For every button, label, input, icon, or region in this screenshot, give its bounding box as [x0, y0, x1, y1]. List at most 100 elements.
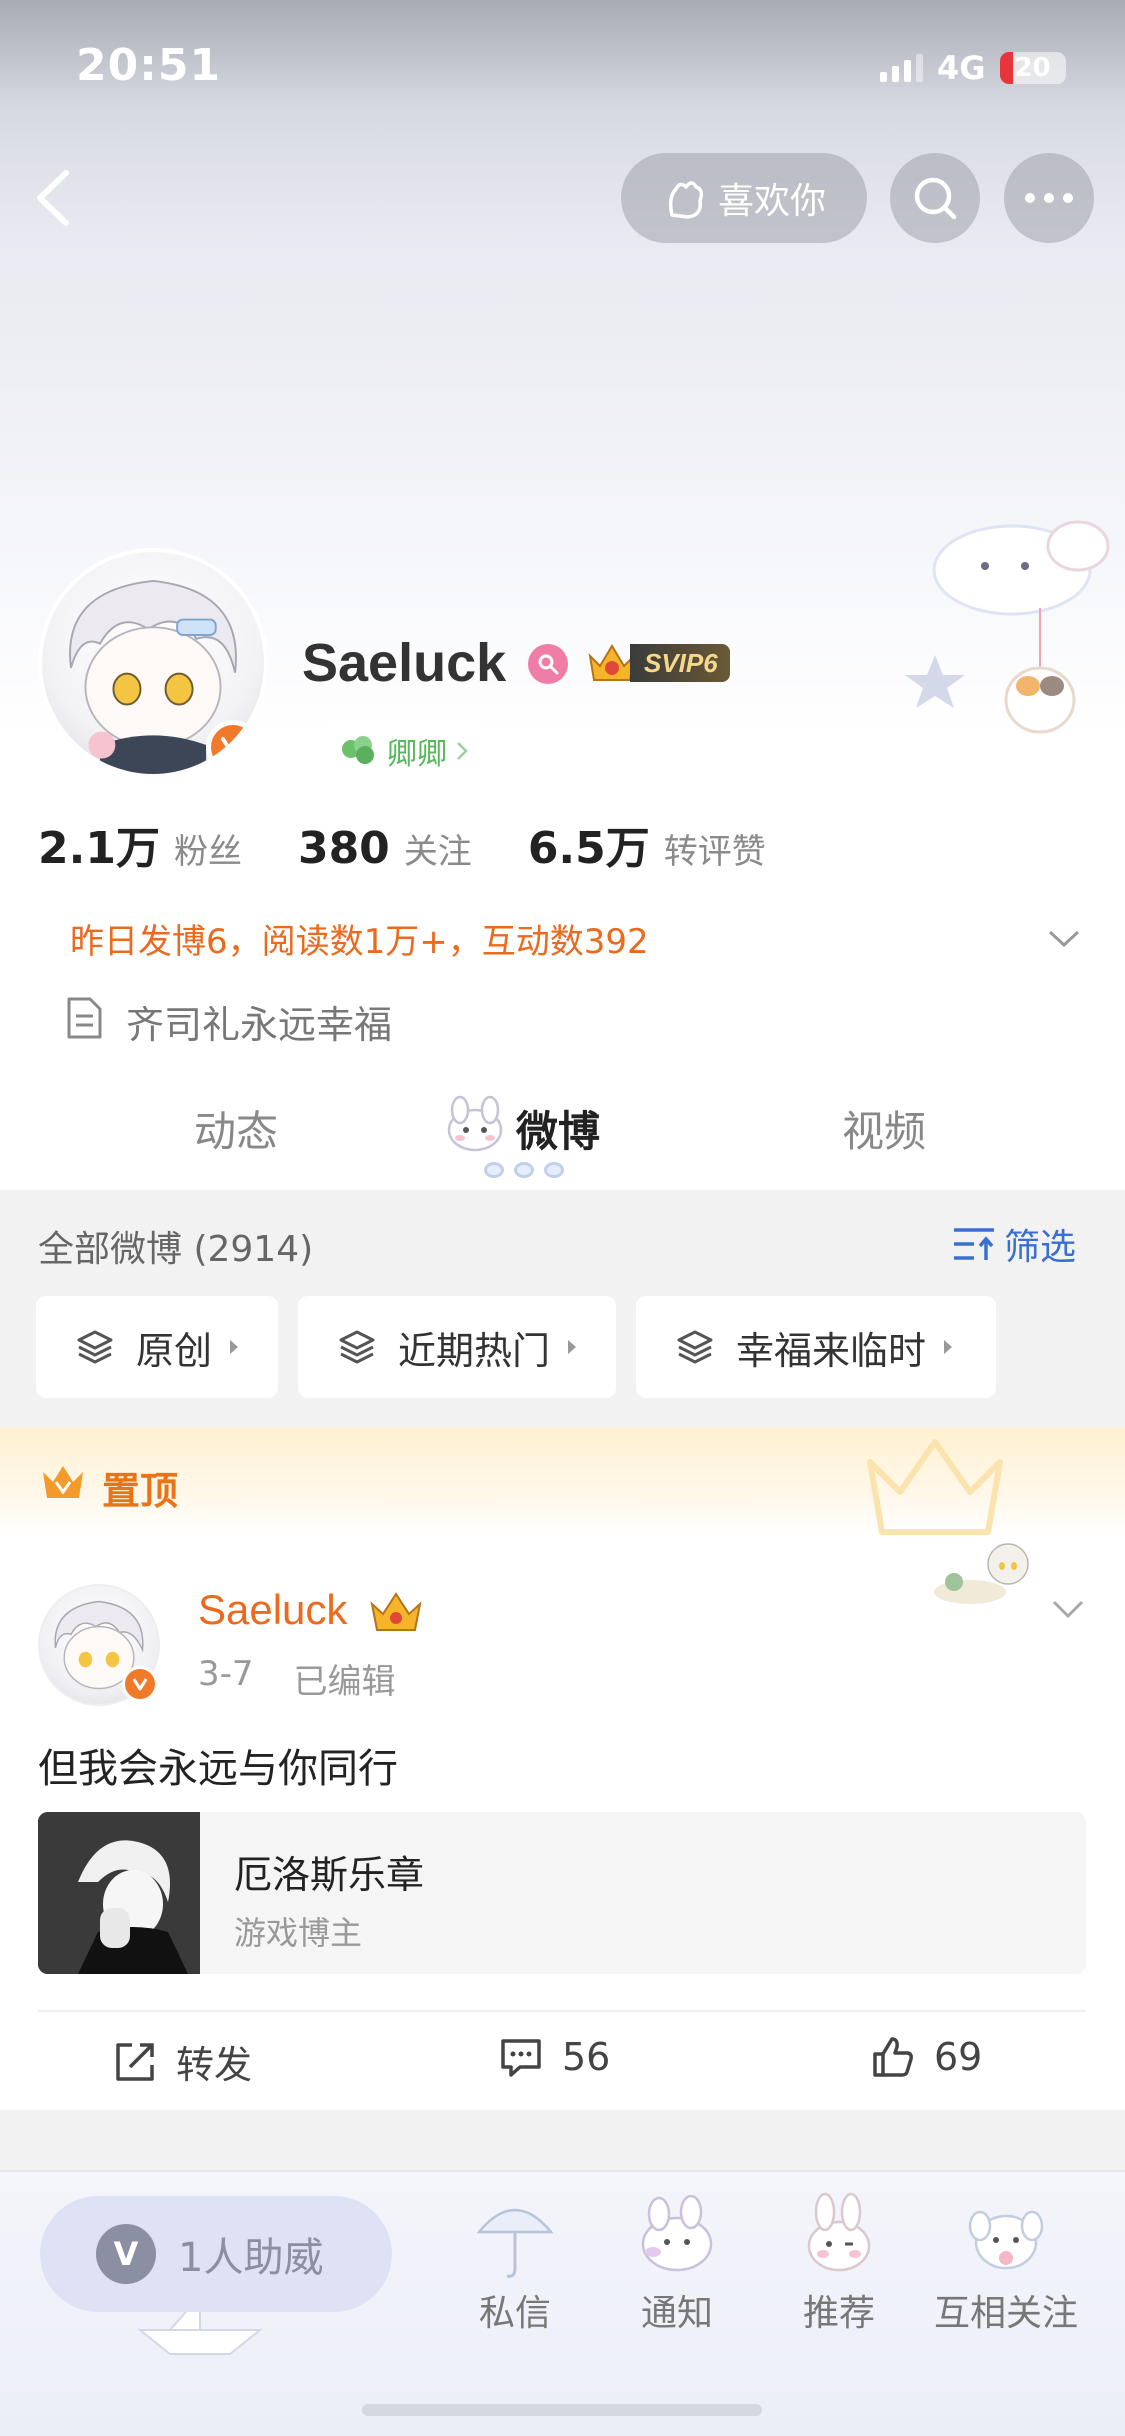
more-dots-icon: [1025, 193, 1073, 203]
nav-label: 互相关注: [933, 2293, 1078, 2334]
svip-label: SVIP6: [630, 644, 730, 682]
chevron-left-icon: [37, 170, 69, 226]
activity-summary[interactable]: 昨日发博6，阅读数1万+，互动数392: [70, 914, 649, 963]
profile-avatar[interactable]: [38, 548, 268, 778]
stat-followers[interactable]: 2.1万 粉丝: [38, 812, 242, 876]
filter-label: 筛选: [1004, 1227, 1077, 1268]
caret-right-icon: [944, 1340, 953, 1354]
network-type: 4G: [937, 49, 986, 87]
svip-badge[interactable]: SVIP6: [586, 640, 730, 686]
link-card-title: 厄洛斯乐章: [234, 1853, 425, 1897]
profile-bio: 齐司礼永远幸福: [126, 1003, 393, 1047]
nav-private-message[interactable]: 私信: [440, 2186, 590, 2336]
repost-button[interactable]: 转发: [112, 2034, 252, 2089]
chip-happiness[interactable]: 幸福来临时: [636, 1296, 996, 1398]
assist-label: 1人助威: [178, 2235, 324, 2281]
post-author-name[interactable]: Saeluck: [198, 1586, 347, 1634]
link-card-subtitle: 游戏博主: [234, 1914, 363, 1952]
comment-button[interactable]: 56: [498, 2034, 610, 2080]
divider: [38, 2010, 1086, 2012]
post-text: 但我会永远与你同行: [38, 1746, 398, 1792]
layers-icon: [339, 1330, 375, 1364]
female-gender-icon: [528, 644, 568, 684]
bunny-wink-icon: [807, 2192, 871, 2272]
post-edited-label: 已编辑: [293, 1662, 396, 1702]
layers-icon: [677, 1330, 713, 1364]
nav-label: 推荐: [802, 2293, 875, 2334]
tab-video[interactable]: 视频: [842, 1098, 926, 1159]
battery-icon: 20: [999, 52, 1066, 84]
crown-watermark-icon: [867, 1439, 1003, 1535]
nav-notifications[interactable]: 通知: [602, 2186, 752, 2336]
comment-icon: [501, 2039, 541, 2077]
puppy-mascot-icon: [968, 2210, 1044, 2270]
cloud-sticker: [932, 520, 1110, 734]
umbrella-mascot-icon: [476, 2208, 554, 2278]
chevron-right-icon: [457, 742, 468, 760]
fan-group-button[interactable]: 卿卿: [302, 722, 506, 780]
back-button[interactable]: [30, 165, 80, 231]
nav-label: 通知: [640, 2293, 713, 2334]
chip-recent-hot[interactable]: 近期热门: [298, 1296, 616, 1398]
chip-label: 原创: [136, 1328, 213, 1373]
filter-button[interactable]: 筛选: [952, 1218, 1076, 1270]
search-icon: [914, 177, 957, 220]
nav-mutual-follow[interactable]: 互相关注: [930, 2186, 1082, 2336]
nav-label: 私信: [478, 2293, 551, 2334]
stat-value: 380: [297, 823, 390, 874]
like-button[interactable]: 喜欢你: [621, 153, 867, 243]
stat-following[interactable]: 380 关注: [298, 823, 472, 874]
star-decoration: [905, 655, 965, 708]
stat-label: 转评赞: [663, 832, 766, 872]
assist-button[interactable]: V 1人助威: [40, 2196, 392, 2312]
post-meta: 3-7 已编辑: [198, 1654, 396, 1703]
expand-button[interactable]: [1044, 918, 1084, 958]
home-indicator: [362, 2404, 762, 2416]
clover-icon: [342, 736, 374, 764]
tab-dynamic[interactable]: 动态: [194, 1098, 278, 1159]
chevron-down-icon: [1052, 1600, 1084, 1619]
chevron-down-icon: [1048, 930, 1080, 948]
chip-label: 近期热门: [398, 1328, 551, 1373]
stat-label: 粉丝: [173, 832, 242, 872]
status-time: 20:51: [76, 40, 222, 91]
layers-icon: [77, 1330, 113, 1364]
verified-badge-icon: [206, 720, 260, 774]
document-icon: [64, 996, 104, 1040]
profile-username: Saeluck: [302, 633, 507, 693]
stat-value: 2.1万: [38, 823, 160, 874]
star-decoration: [654, 747, 702, 790]
all-posts-count: 全部微博 (2914): [38, 1229, 314, 1270]
more-button[interactable]: [1004, 153, 1094, 243]
search-button[interactable]: [890, 153, 980, 243]
pinned-label: 置顶: [102, 1469, 179, 1513]
bunny-mascot-icon: [447, 1095, 503, 1152]
comment-count: 56: [562, 2035, 611, 2079]
thumbs-up-icon: [873, 2037, 913, 2077]
tab-weibo[interactable]: 微博: [516, 1098, 600, 1159]
profile-stats: 2.1万 粉丝 380 关注 6.5万 转评赞: [38, 812, 822, 876]
mascot-hand-icon: [668, 181, 704, 219]
member-crown-icon: [370, 1592, 422, 1631]
share-external-icon: [116, 2042, 154, 2081]
fan-group-label: 卿卿: [387, 737, 447, 772]
battery-level: 20: [1014, 53, 1051, 83]
like-post-button[interactable]: 69: [870, 2034, 982, 2080]
repost-label: 转发: [176, 2043, 253, 2087]
nav-recommend[interactable]: 推荐: [764, 2186, 914, 2336]
avatar-image: [38, 548, 268, 778]
like-count: 69: [934, 2035, 983, 2079]
filter-sort-icon: [954, 1228, 994, 1260]
post-menu-button[interactable]: [1048, 1594, 1088, 1624]
status-indicators: 4G 20: [880, 48, 1066, 88]
bunny-mascot-icon: [641, 2194, 713, 2272]
sticker-decoration: [934, 1543, 1029, 1604]
cellular-signal-icon: [880, 54, 923, 82]
verified-badge-icon: [122, 1666, 158, 1702]
chip-original[interactable]: 原创: [36, 1296, 278, 1398]
caret-right-icon: [568, 1340, 577, 1354]
tab-active-indicator: [484, 1162, 564, 1178]
post-link-card[interactable]: 厄洛斯乐章 游戏博主: [38, 1812, 1086, 1974]
stat-interactions[interactable]: 6.5万 转评赞: [528, 812, 766, 876]
stat-value: 6.5万: [527, 823, 650, 874]
